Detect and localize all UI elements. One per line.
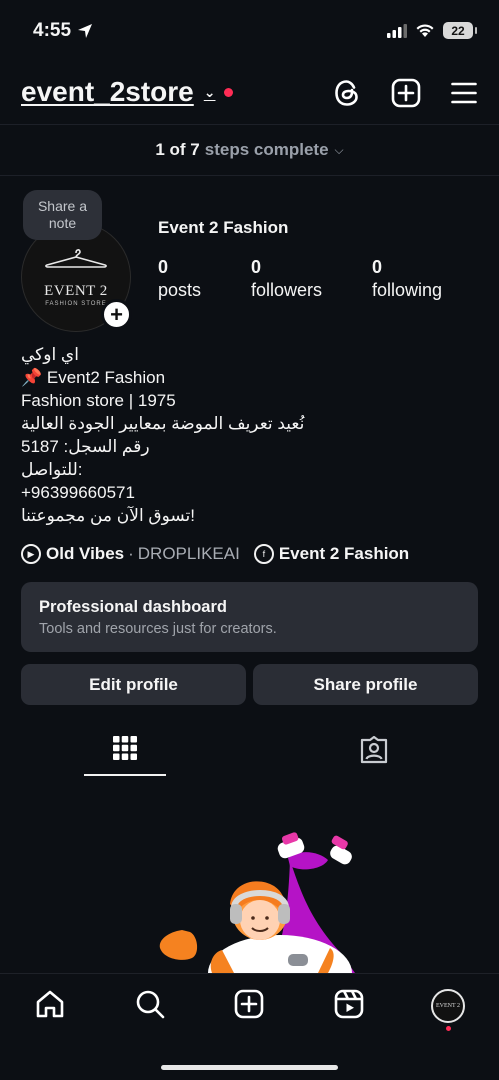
wifi-icon [416,24,434,37]
signal-icon [387,23,407,38]
empty-posts-illustration [150,830,380,973]
search-tab[interactable] [132,986,168,1022]
notification-dot [446,1026,451,1031]
chevron-down-icon: ⌄ [203,83,216,100]
tab-posts-grid[interactable] [84,728,166,776]
edit-profile-button[interactable]: Edit profile [21,664,246,705]
steps-progress[interactable]: 1 of 7 steps complete ⌵ [0,124,499,176]
bio-line: Fashion store | 1975 [21,391,176,410]
status-time: 4:55 [33,20,93,42]
bio-line: نُعيد تعريف الموضة بمعايير الجودة العالي… [21,414,305,433]
music-artist[interactable]: DROPLIKEAI [138,544,240,564]
home-tab[interactable] [32,986,68,1022]
tagged-person-icon [360,736,388,764]
reels-tab[interactable] [331,986,367,1022]
notification-dot [223,87,233,97]
status-indicators: 22 [387,22,477,39]
header-actions [333,78,477,108]
bio-line: تسوق الآن من مجموعتنا! [21,506,195,525]
music-link[interactable]: Old Vibes [46,544,124,564]
grid-icon [113,736,137,760]
display-name: Event 2 Fashion [158,218,289,237]
stat-followers[interactable]: 0 followers [251,256,322,302]
play-icon: ▶ [21,544,41,564]
home-indicator [161,1065,338,1070]
stat-posts[interactable]: 0 posts [158,256,201,302]
create-post-icon [234,989,264,1019]
menu-icon[interactable] [451,82,477,104]
battery-icon: 22 [443,22,477,39]
add-story-button[interactable]: + [101,299,132,330]
reels-icon [334,989,364,1019]
bio-line: رقم السجل: 5187 [21,437,150,456]
hanger-logo-icon [45,249,107,268]
facebook-link[interactable]: Event 2 Fashion [279,544,409,564]
bio-line: 📌 Event2 Fashion [21,368,166,387]
profile-bio: اي اوكي 📌 Event2 Fashion Fashion store |… [21,343,304,527]
professional-dashboard-card[interactable]: Professional dashboard Tools and resourc… [21,582,478,652]
threads-icon[interactable] [333,79,361,107]
location-arrow-icon [78,24,93,38]
home-icon [36,990,64,1018]
stat-following[interactable]: 0 following [372,256,442,302]
share-profile-button[interactable]: Share profile [253,664,478,705]
share-note-bubble[interactable]: Share a note [23,190,102,240]
bio-line: للتواصل: [21,460,83,479]
profile-links: ▶ Old Vibes · DROPLIKEAI f Event 2 Fashi… [21,544,409,564]
chevron-down-icon: ⌵ [334,142,344,157]
tab-tagged[interactable] [333,728,415,776]
create-post-icon[interactable] [391,78,421,108]
profile-tab-avatar[interactable]: EVENT 2 [431,989,465,1023]
search-icon [136,990,165,1019]
facebook-icon: f [253,544,274,564]
bio-line: اي اوكي [21,345,79,364]
account-switcher[interactable]: event_2store ⌄ [21,76,233,108]
create-tab[interactable] [231,986,267,1022]
bio-line[interactable]: +96399660571 [21,481,304,504]
